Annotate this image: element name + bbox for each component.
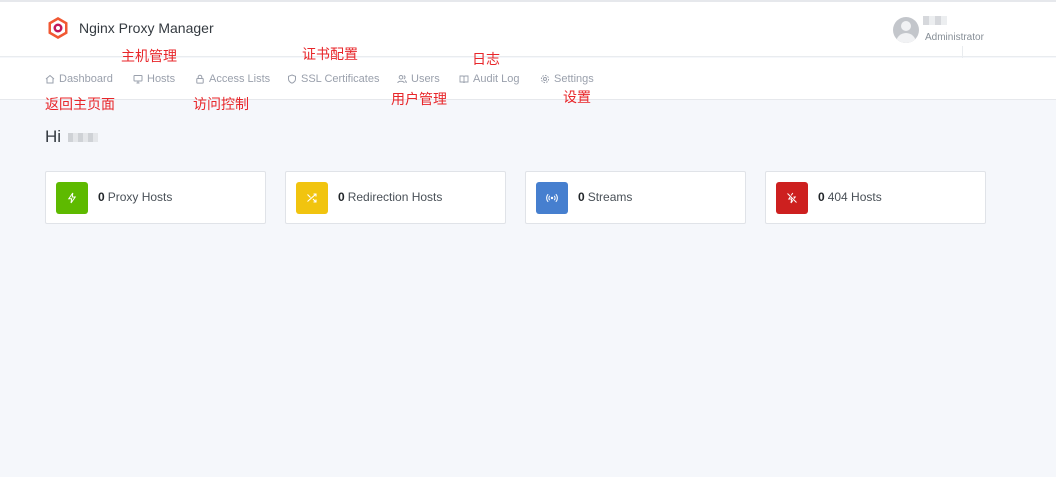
nav-item-settings[interactable]: Settings	[540, 71, 594, 87]
nav-label: Settings	[554, 73, 594, 85]
nav-label: SSL Certificates	[301, 73, 380, 85]
annotation-access-lists: 访问控制	[193, 97, 249, 113]
card-label: 0 404 Hosts	[818, 190, 882, 204]
card-label: 0 Streams	[578, 190, 633, 204]
nav-item-dashboard[interactable]: Dashboard	[45, 71, 113, 87]
annotation-dashboard: 返回主页面	[45, 97, 115, 113]
nav-item-hosts[interactable]: Hosts	[133, 71, 175, 87]
nav-item-users[interactable]: Users	[397, 71, 440, 87]
annotation-ssl: 证书配置	[302, 47, 358, 63]
user-name-redacted	[923, 16, 947, 25]
user-name-redacted	[68, 132, 99, 142]
card-stamp	[536, 182, 568, 214]
avatar[interactable]	[893, 17, 919, 43]
card-stamp	[776, 182, 808, 214]
book-icon	[459, 75, 469, 84]
card-stamp	[296, 182, 328, 214]
nav-label: Users	[411, 73, 440, 85]
user-role: Administrator	[925, 32, 984, 43]
nav-item-ssl-certificates[interactable]: SSL Certificates	[287, 71, 379, 87]
greeting-text: Hi	[45, 127, 62, 146]
card-label: 0 Proxy Hosts	[98, 190, 173, 204]
card-label: 0 Redirection Hosts	[338, 190, 443, 204]
monitor-icon	[133, 75, 143, 84]
npm-logo-icon[interactable]	[46, 16, 70, 40]
card-stamp	[56, 182, 88, 214]
radio-icon	[546, 193, 558, 203]
nav-label: Audit Log	[473, 73, 520, 85]
nav-label: Access Lists	[209, 73, 271, 85]
annotation-hosts: 主机管理	[121, 49, 177, 65]
nav-item-access-lists[interactable]: Access Lists	[195, 71, 270, 87]
lock-icon	[196, 74, 204, 84]
card-proxy-hosts[interactable]: 0 Proxy Hosts	[45, 171, 266, 224]
lightning-icon	[67, 192, 77, 204]
home-icon	[45, 74, 55, 84]
annotation-users: 用户管理	[391, 92, 447, 108]
nav-item-audit-log[interactable]: Audit Log	[459, 71, 519, 87]
card-404-hosts[interactable]: 0 404 Hosts	[765, 171, 986, 224]
user-menu[interactable]: Administrator	[890, 14, 1000, 48]
app-title[interactable]: Nginx Proxy Manager	[79, 20, 214, 36]
annotation-audit-log: 日志	[472, 52, 500, 68]
card-redirection-hosts[interactable]: 0 Redirection Hosts	[285, 171, 506, 224]
shuffle-icon	[307, 193, 317, 203]
annotation-settings: 设置	[563, 90, 591, 106]
users-icon	[397, 75, 407, 84]
gear-icon	[540, 74, 550, 84]
nav-label: Hosts	[147, 73, 176, 85]
shield-icon	[288, 74, 296, 84]
page-greeting: Hi	[45, 127, 99, 147]
nav-label: Dashboard	[59, 73, 113, 85]
zap-off-icon	[787, 192, 797, 204]
card-streams[interactable]: 0 Streams	[525, 171, 746, 224]
